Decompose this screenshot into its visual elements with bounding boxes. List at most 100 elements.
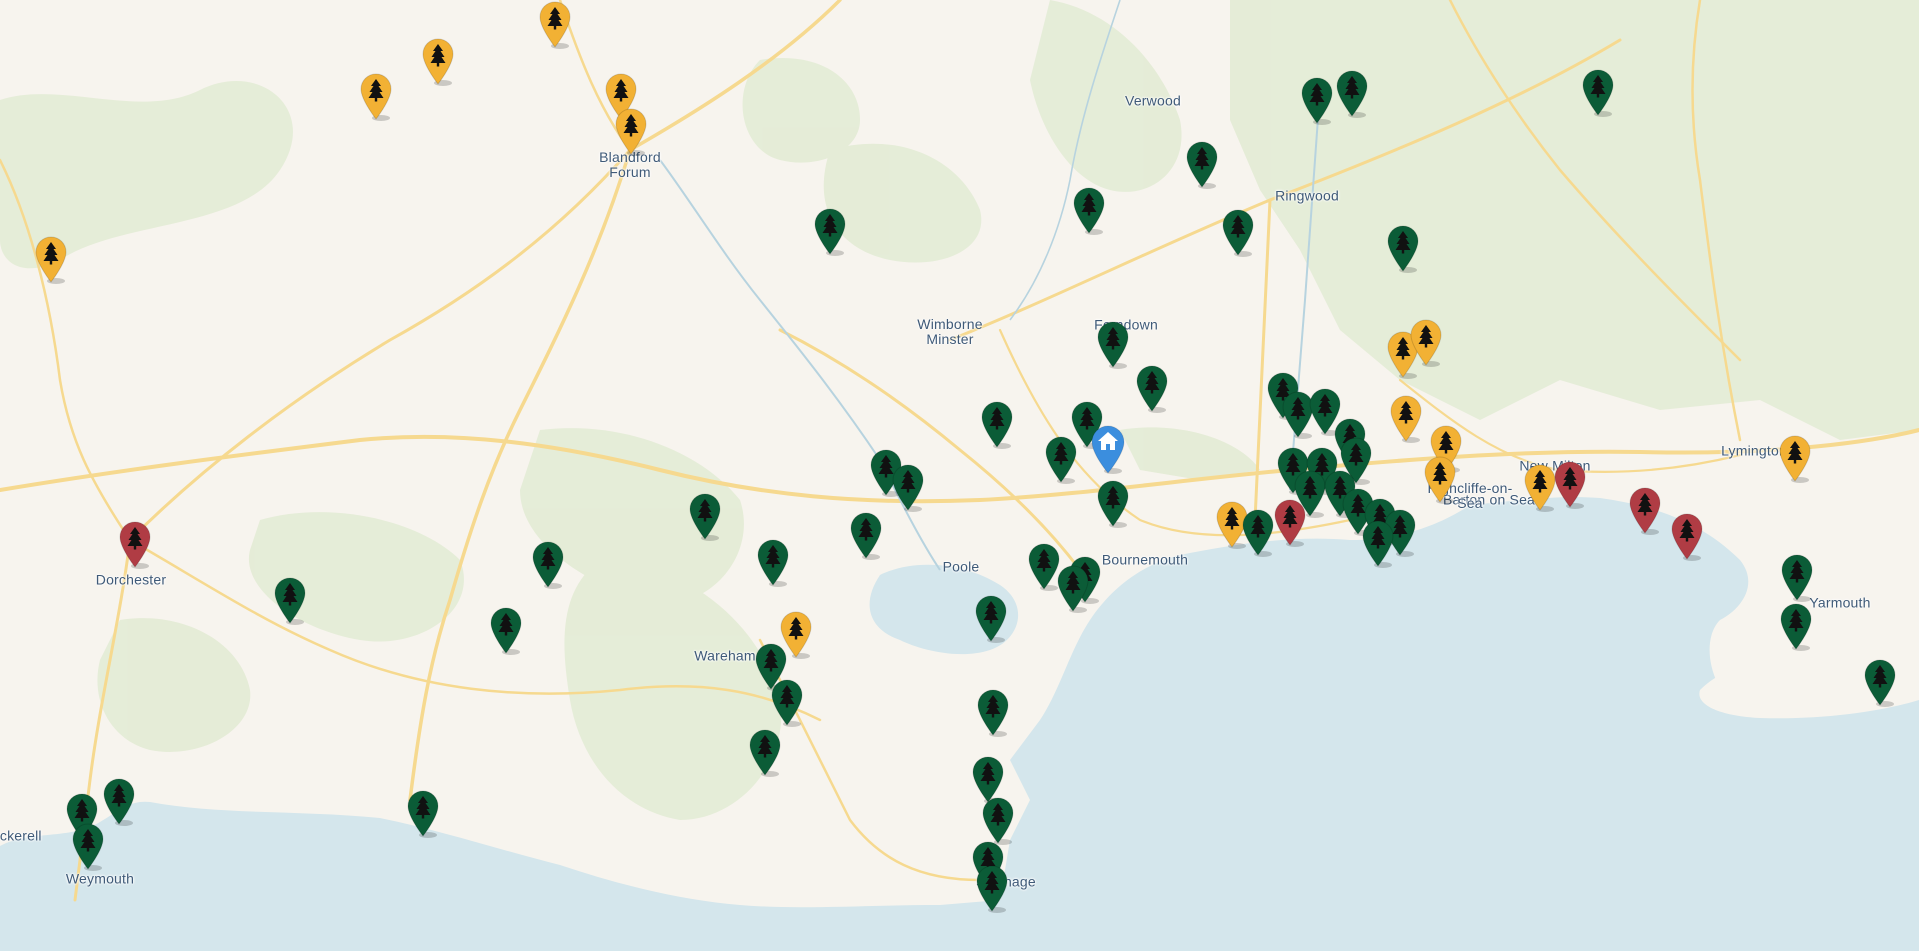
- map-marker-green[interactable]: [1293, 469, 1327, 518]
- map-marker-amber[interactable]: [1409, 318, 1443, 367]
- map-marker-green[interactable]: [976, 688, 1010, 737]
- map-marker-amber[interactable]: [1389, 394, 1423, 443]
- marker-shape: [35, 236, 67, 284]
- map-marker-green[interactable]: [813, 207, 847, 256]
- marker-shape: [360, 73, 392, 121]
- marker-shape: [749, 729, 781, 777]
- marker-shape: [1524, 464, 1556, 512]
- marker-shape: [422, 38, 454, 86]
- marker-shape: [1073, 187, 1105, 235]
- marker-shape: [274, 577, 306, 625]
- marker-shape: [892, 464, 924, 512]
- map-marker-amber[interactable]: [538, 0, 572, 49]
- marker-shape: [1136, 365, 1168, 413]
- marker-shape: [1424, 456, 1456, 504]
- home-marker[interactable]: [1090, 424, 1126, 474]
- map-marker-green[interactable]: [748, 728, 782, 777]
- map-marker-green[interactable]: [975, 864, 1009, 913]
- place-label-dorchester: Dorchester: [95, 571, 167, 588]
- marker-shape: [1186, 141, 1218, 189]
- map-marker-red[interactable]: [1670, 512, 1704, 561]
- map-marker-green[interactable]: [756, 538, 790, 587]
- marker-shape: [1410, 319, 1442, 367]
- map-marker-amber[interactable]: [1423, 455, 1457, 504]
- map-marker-green[interactable]: [1044, 435, 1078, 484]
- marker-shape: [814, 208, 846, 256]
- marker-shape: [977, 689, 1009, 737]
- place-label-bournemouth: Bournemouth: [1101, 551, 1189, 568]
- marker-shape: [1582, 69, 1614, 117]
- place-label-wimborne-minster: Wimborne Minster: [917, 316, 983, 347]
- map-marker-green[interactable]: [1221, 208, 1255, 257]
- marker-shape: [1779, 435, 1811, 483]
- map-marker-green[interactable]: [1300, 76, 1334, 125]
- marker-shape: [490, 607, 522, 655]
- map-marker-amber[interactable]: [1523, 463, 1557, 512]
- marker-shape: [1864, 659, 1896, 707]
- marker-shape: [981, 401, 1013, 449]
- map-marker-green[interactable]: [1780, 553, 1814, 602]
- marker-shape: [1780, 603, 1812, 651]
- map-marker-green[interactable]: [981, 796, 1015, 845]
- map-marker-green[interactable]: [1072, 186, 1106, 235]
- marker-shape: [1242, 509, 1274, 557]
- map-marker-green[interactable]: [1241, 508, 1275, 557]
- map-marker-green[interactable]: [531, 540, 565, 589]
- place-label-yarmouth: Yarmouth: [1809, 594, 1871, 611]
- marker-shape: [982, 797, 1014, 845]
- marker-shape: [1362, 520, 1394, 568]
- map-marker-green[interactable]: [770, 678, 804, 727]
- map-marker-green[interactable]: [406, 789, 440, 838]
- map-marker-green[interactable]: [1335, 69, 1369, 118]
- marker-shape: [1387, 225, 1419, 273]
- map-marker-green[interactable]: [891, 463, 925, 512]
- map-marker-green[interactable]: [71, 822, 105, 871]
- map-marker-green[interactable]: [1863, 658, 1897, 707]
- map-marker-green[interactable]: [688, 492, 722, 541]
- marker-shape: [407, 790, 439, 838]
- map-marker-green[interactable]: [1096, 479, 1130, 528]
- place-label-ringwood: Ringwood: [1275, 187, 1339, 204]
- map-view[interactable]: Verwood Blandford Forum Ringwood Wimborn…: [0, 0, 1919, 951]
- map-marker-red[interactable]: [1628, 486, 1662, 535]
- map-marker-amber[interactable]: [359, 72, 393, 121]
- map-marker-green[interactable]: [849, 511, 883, 560]
- marker-shape: [119, 521, 151, 569]
- marker-shape: [1554, 461, 1586, 509]
- map-marker-green[interactable]: [1581, 68, 1615, 117]
- map-marker-green[interactable]: [1135, 364, 1169, 413]
- map-marker-amber[interactable]: [614, 107, 648, 156]
- marker-shape: [532, 541, 564, 589]
- map-marker-amber[interactable]: [421, 37, 455, 86]
- marker-shape: [1057, 565, 1089, 613]
- map-marker-green[interactable]: [1386, 224, 1420, 273]
- place-label-poole: Poole: [942, 558, 980, 575]
- marker-shape: [689, 493, 721, 541]
- map-marker-red[interactable]: [118, 520, 152, 569]
- map-marker-amber[interactable]: [1778, 434, 1812, 483]
- map-basemap[interactable]: [0, 0, 1919, 951]
- map-marker-green[interactable]: [1779, 602, 1813, 651]
- map-marker-red[interactable]: [1553, 460, 1587, 509]
- map-marker-green[interactable]: [1185, 140, 1219, 189]
- map-marker-green[interactable]: [974, 594, 1008, 643]
- map-marker-amber[interactable]: [34, 235, 68, 284]
- marker-shape: [1390, 395, 1422, 443]
- place-label-wareham: Wareham: [694, 647, 756, 664]
- map-marker-green[interactable]: [980, 400, 1014, 449]
- marker-shape: [1629, 487, 1661, 535]
- map-marker-green[interactable]: [1056, 564, 1090, 613]
- marker-shape: [1336, 70, 1368, 118]
- place-label-verwood: Verwood: [1125, 92, 1181, 109]
- marker-shape: [615, 108, 647, 156]
- map-marker-green[interactable]: [273, 576, 307, 625]
- marker-shape: [72, 823, 104, 871]
- marker-shape: [1097, 321, 1129, 369]
- map-marker-green[interactable]: [1361, 519, 1395, 568]
- map-marker-green[interactable]: [102, 777, 136, 826]
- marker-shape: [103, 778, 135, 826]
- map-marker-green[interactable]: [1096, 320, 1130, 369]
- marker-shape: [1301, 77, 1333, 125]
- marker-shape: [1294, 470, 1326, 518]
- map-marker-green[interactable]: [489, 606, 523, 655]
